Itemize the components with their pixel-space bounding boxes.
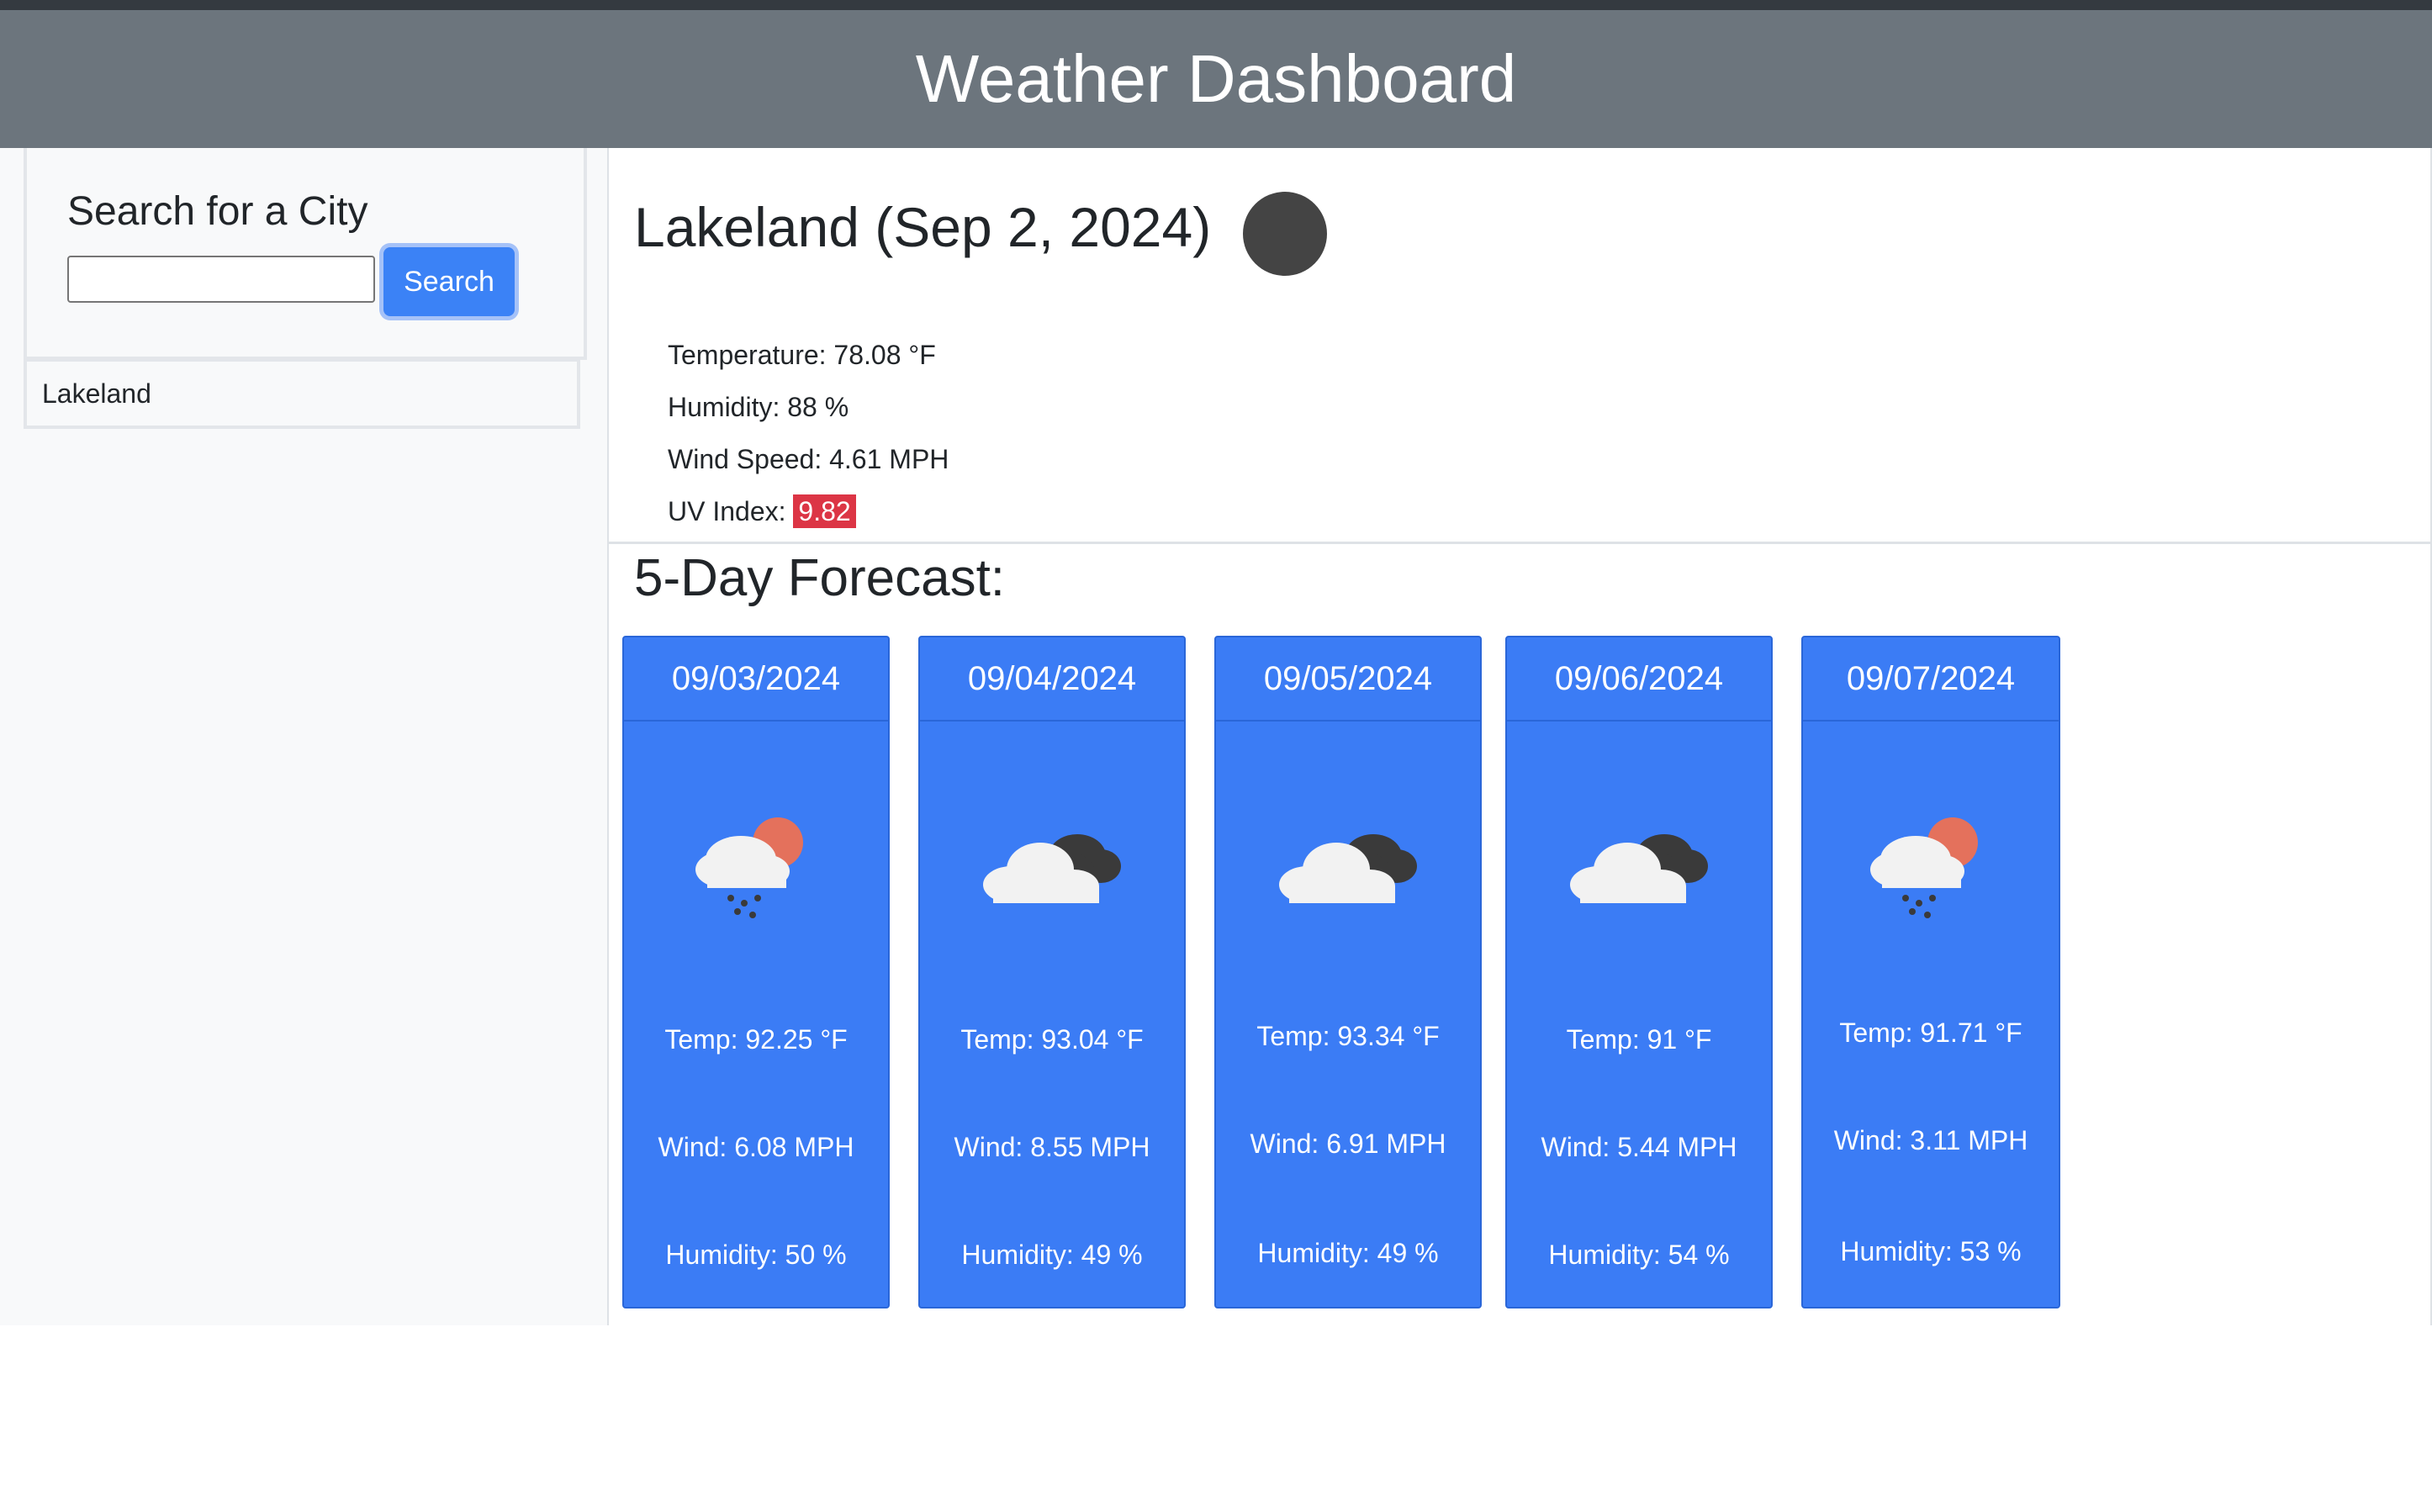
- forecast-wind: Wind: 8.55 MPH: [954, 1132, 1150, 1162]
- forecast-card: 09/07/2024 Temp: 91.71 °F Wind: 3.11 MPH…: [1801, 636, 2060, 1308]
- forecast-temp: Temp: 93.34 °F: [1256, 1021, 1440, 1051]
- page-title: Weather Dashboard: [915, 41, 1517, 116]
- city-search-input[interactable]: [67, 256, 375, 303]
- clouds-icon: [1570, 834, 1708, 903]
- search-title: Search for a City: [67, 189, 368, 234]
- forecast-date: 09/06/2024: [1507, 637, 1771, 722]
- current-humidity: Humidity: 88 %: [668, 392, 849, 422]
- forecast-temp: Temp: 92.25 °F: [664, 1024, 848, 1055]
- main-content: Lakeland (Sep 2, 2024) Temperature: 78.0…: [607, 148, 2432, 1325]
- top-strip: [0, 0, 2432, 10]
- forecast-temp: Temp: 91.71 °F: [1839, 1018, 2022, 1048]
- current-weather-icon: [1243, 192, 1327, 276]
- forecast-date: 09/07/2024: [1803, 637, 2059, 722]
- page-header: Weather Dashboard: [0, 10, 2432, 148]
- clouds-icon: [1279, 834, 1417, 903]
- current-temperature: Temperature: 78.08 °F: [668, 340, 936, 370]
- uv-badge: 9.82: [793, 494, 856, 528]
- search-panel: Search for a City Search: [24, 148, 587, 360]
- forecast-title: 5-Day Forecast:: [634, 549, 1006, 607]
- forecast-card: 09/04/2024 Temp: 93.04 °F Wind: 8.55 MPH…: [918, 636, 1186, 1308]
- current-weather: Lakeland (Sep 2, 2024) Temperature: 78.0…: [607, 148, 2430, 544]
- forecast-temp: Temp: 93.04 °F: [960, 1024, 1144, 1055]
- forecast-wind: Wind: 6.91 MPH: [1250, 1129, 1446, 1159]
- current-wind: Wind Speed: 4.61 MPH: [668, 444, 949, 474]
- search-button[interactable]: Search: [383, 247, 515, 316]
- forecast-card: 09/03/2024 Temp: 92.25 °F Wind: 6.08 MPH…: [622, 636, 890, 1308]
- forecast-date: 09/03/2024: [624, 637, 888, 722]
- forecast-date: 09/04/2024: [920, 637, 1184, 722]
- forecast-humidity: Humidity: 53 %: [1840, 1236, 2022, 1266]
- current-uv: UV Index: 9.82: [668, 494, 856, 528]
- forecast-temp: Temp: 91 °F: [1566, 1024, 1712, 1055]
- forecast-humidity: Humidity: 50 %: [665, 1240, 847, 1270]
- forecast-date: 09/05/2024: [1216, 637, 1480, 722]
- uv-label: UV Index:: [668, 496, 786, 526]
- forecast-humidity: Humidity: 49 %: [1257, 1238, 1439, 1268]
- rain-sun-icon: [695, 817, 803, 918]
- forecast-humidity: Humidity: 49 %: [961, 1240, 1143, 1270]
- history-item-lakeland[interactable]: Lakeland: [24, 358, 580, 429]
- sidebar: Search for a City Search Lakeland: [0, 148, 609, 1325]
- forecast-wind: Wind: 5.44 MPH: [1541, 1132, 1737, 1162]
- forecast-wind: Wind: 3.11 MPH: [1833, 1125, 2028, 1155]
- forecast-card: 09/06/2024 Temp: 91 °F Wind: 5.44 MPH Hu…: [1505, 636, 1773, 1308]
- page-footer-space: [0, 1325, 2432, 1512]
- forecast-wind: Wind: 6.08 MPH: [658, 1132, 854, 1162]
- forecast-humidity: Humidity: 54 %: [1548, 1240, 1730, 1270]
- current-city-title: Lakeland (Sep 2, 2024): [634, 196, 1212, 258]
- forecast-card: 09/05/2024 Temp: 93.34 °F Wind: 6.91 MPH…: [1214, 636, 1482, 1308]
- clouds-icon: [983, 834, 1121, 903]
- rain-sun-icon: [1870, 817, 1978, 918]
